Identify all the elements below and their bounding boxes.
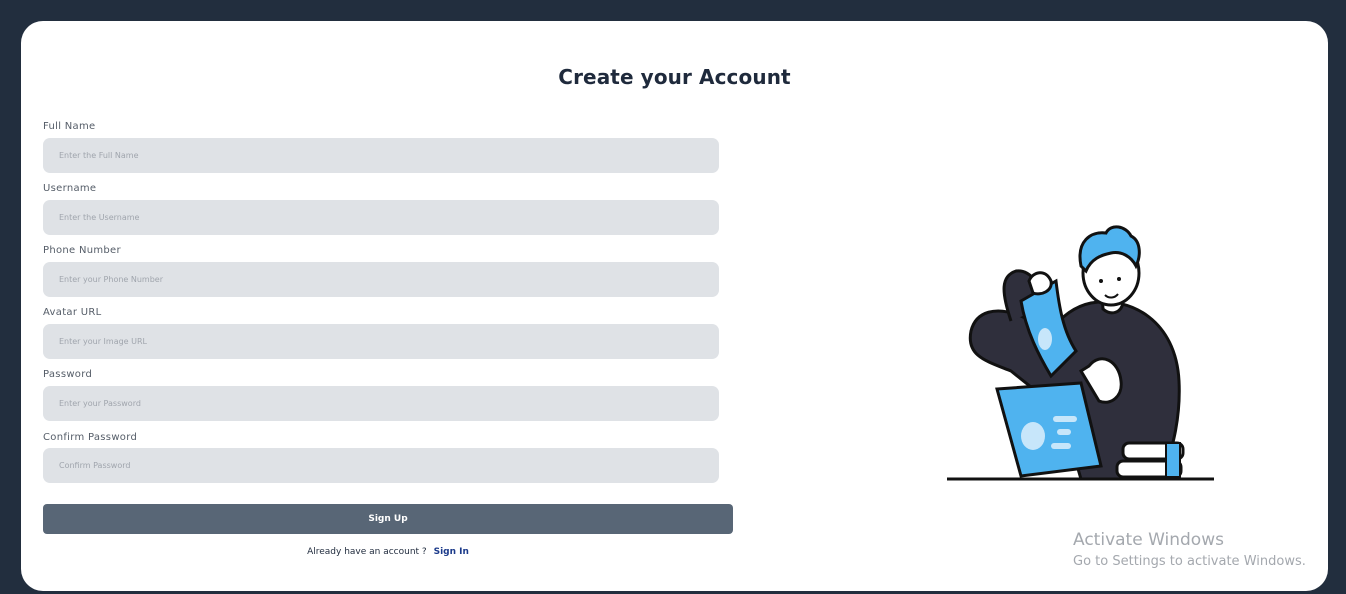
laptop-avatar-detail [1021, 422, 1045, 450]
windows-activation-watermark: Activate Windows Go to Settings to activ… [1073, 530, 1306, 569]
book-spine [1165, 442, 1181, 478]
username-label: Username [43, 183, 97, 194]
phone-number-input[interactable] [43, 262, 719, 297]
eye-right [1117, 277, 1121, 281]
full-name-input[interactable] [43, 138, 719, 173]
watermark-subtitle: Go to Settings to activate Windows. [1073, 554, 1306, 569]
confirm-password-input[interactable] [43, 448, 719, 483]
confirm-password-label: Confirm Password [43, 432, 138, 443]
page-title: Create your Account [558, 65, 791, 89]
laptop-line-1 [1053, 416, 1077, 422]
signin-prompt: Already have an account ? [307, 547, 427, 557]
document-detail [1038, 328, 1052, 350]
laptop-shape [995, 381, 1103, 478]
hand-top [1027, 271, 1053, 296]
full-name-label: Full Name [43, 121, 96, 132]
avatar-url-input[interactable] [43, 324, 719, 359]
phone-number-label: Phone Number [43, 245, 121, 256]
laptop-line-2 [1057, 429, 1071, 435]
password-label: Password [43, 369, 93, 380]
person-with-laptop-illustration [947, 225, 1214, 481]
sign-up-button[interactable]: Sign Up [43, 504, 733, 534]
watermark-title: Activate Windows [1073, 530, 1224, 550]
sign-in-link[interactable]: Sign In [434, 547, 469, 557]
laptop-line-3 [1051, 443, 1071, 449]
signup-card: Create your Account Full Name Username P… [21, 21, 1328, 591]
eye-left [1099, 279, 1103, 283]
signin-row: Already have an account ? Sign In [43, 547, 733, 557]
username-input[interactable] [43, 200, 719, 235]
password-input[interactable] [43, 386, 719, 421]
avatar-url-label: Avatar URL [43, 307, 102, 318]
